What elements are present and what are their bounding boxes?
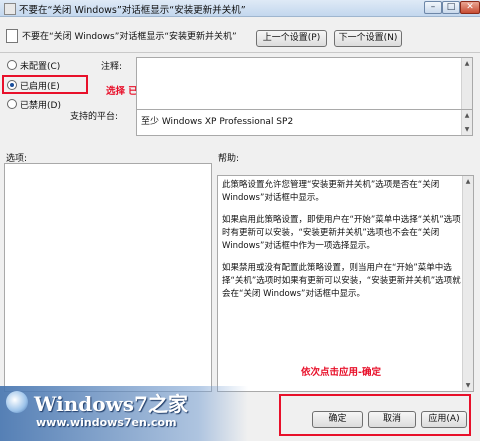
- scroll-up-icon[interactable]: ▲: [463, 111, 471, 120]
- radio-not-configured[interactable]: 未配置(C): [7, 59, 60, 72]
- radio-label: 未配置(C): [20, 62, 61, 72]
- title-bar: 不要在“关闭 Windows”对话框显示“安装更新并关机” – □ ✕: [0, 0, 480, 17]
- options-panel: [4, 163, 212, 392]
- platform-field: 至少 Windows XP Professional SP2 ▲ ▼: [136, 109, 473, 136]
- windows-logo-icon: [6, 391, 28, 413]
- scroll-up-icon[interactable]: ▲: [464, 177, 472, 186]
- apply-button[interactable]: 应用(A): [421, 411, 467, 428]
- help-label: 帮助:: [218, 154, 240, 164]
- window-title: 不要在“关闭 Windows”对话框显示“安装更新并关机”: [19, 5, 246, 16]
- apply-hint-annotation: 依次点击应用-确定: [301, 367, 381, 378]
- maximize-button[interactable]: □: [442, 1, 460, 14]
- radio-disabled[interactable]: 已禁用(D): [7, 98, 61, 111]
- dialog-body: 不要在“关闭 Windows”对话框显示“安装更新并关机” 上一个设置(P) 下…: [0, 17, 480, 441]
- enabled-highlight-box: [2, 75, 88, 94]
- comment-label: 注释:: [101, 62, 123, 72]
- cancel-button[interactable]: 取消: [368, 411, 416, 428]
- help-paragraph: 此策略设置允许您管理“安装更新并关机”选项是否在“关闭 Windows”对话框中…: [222, 180, 440, 203]
- scroll-down-icon[interactable]: ▼: [464, 381, 472, 390]
- watermark-title: Windows7之家: [34, 392, 188, 416]
- minimize-button[interactable]: –: [424, 1, 442, 14]
- next-setting-button[interactable]: 下一个设置(N): [334, 30, 402, 47]
- policy-app-icon: [4, 3, 16, 15]
- radio-indicator[interactable]: [7, 99, 17, 109]
- radio-label: 已禁用(D): [20, 101, 61, 111]
- previous-setting-button[interactable]: 上一个设置(P): [256, 30, 327, 47]
- help-paragraph: 如果启用此策略设置，即使用户在“开始”菜单中选择“关机”选项时有更新可以安装，“…: [222, 215, 461, 251]
- site-watermark: Windows7之家 www.windows7en.com: [0, 386, 248, 441]
- header-divider: [0, 52, 480, 53]
- policy-document-icon: [6, 29, 18, 43]
- watermark-url: www.windows7en.com: [36, 416, 177, 429]
- radio-indicator[interactable]: [7, 60, 17, 70]
- scroll-up-icon[interactable]: ▲: [463, 59, 471, 68]
- setting-title: 不要在“关闭 Windows”对话框显示“安装更新并关机”: [22, 32, 237, 42]
- scroll-down-icon[interactable]: ▼: [463, 125, 471, 134]
- platform-scrollbar[interactable]: ▲ ▼: [461, 110, 472, 135]
- ok-button[interactable]: 确定: [312, 411, 363, 428]
- help-panel: 此策略设置允许您管理“安装更新并关机”选项是否在“关闭 Windows”对话框中…: [217, 175, 474, 392]
- close-button[interactable]: ✕: [460, 1, 480, 14]
- help-scrollbar[interactable]: ▲ ▼: [462, 176, 473, 391]
- platform-value: 至少 Windows XP Professional SP2: [141, 117, 294, 127]
- help-text: 此策略设置允许您管理“安装更新并关机”选项是否在“关闭 Windows”对话框中…: [222, 179, 465, 310]
- help-paragraph: 如果禁用或没有配置此策略设置，则当用户在“开始”菜单中选择“关机”选项时如果有更…: [222, 263, 461, 299]
- platform-label: 支持的平台:: [70, 112, 119, 122]
